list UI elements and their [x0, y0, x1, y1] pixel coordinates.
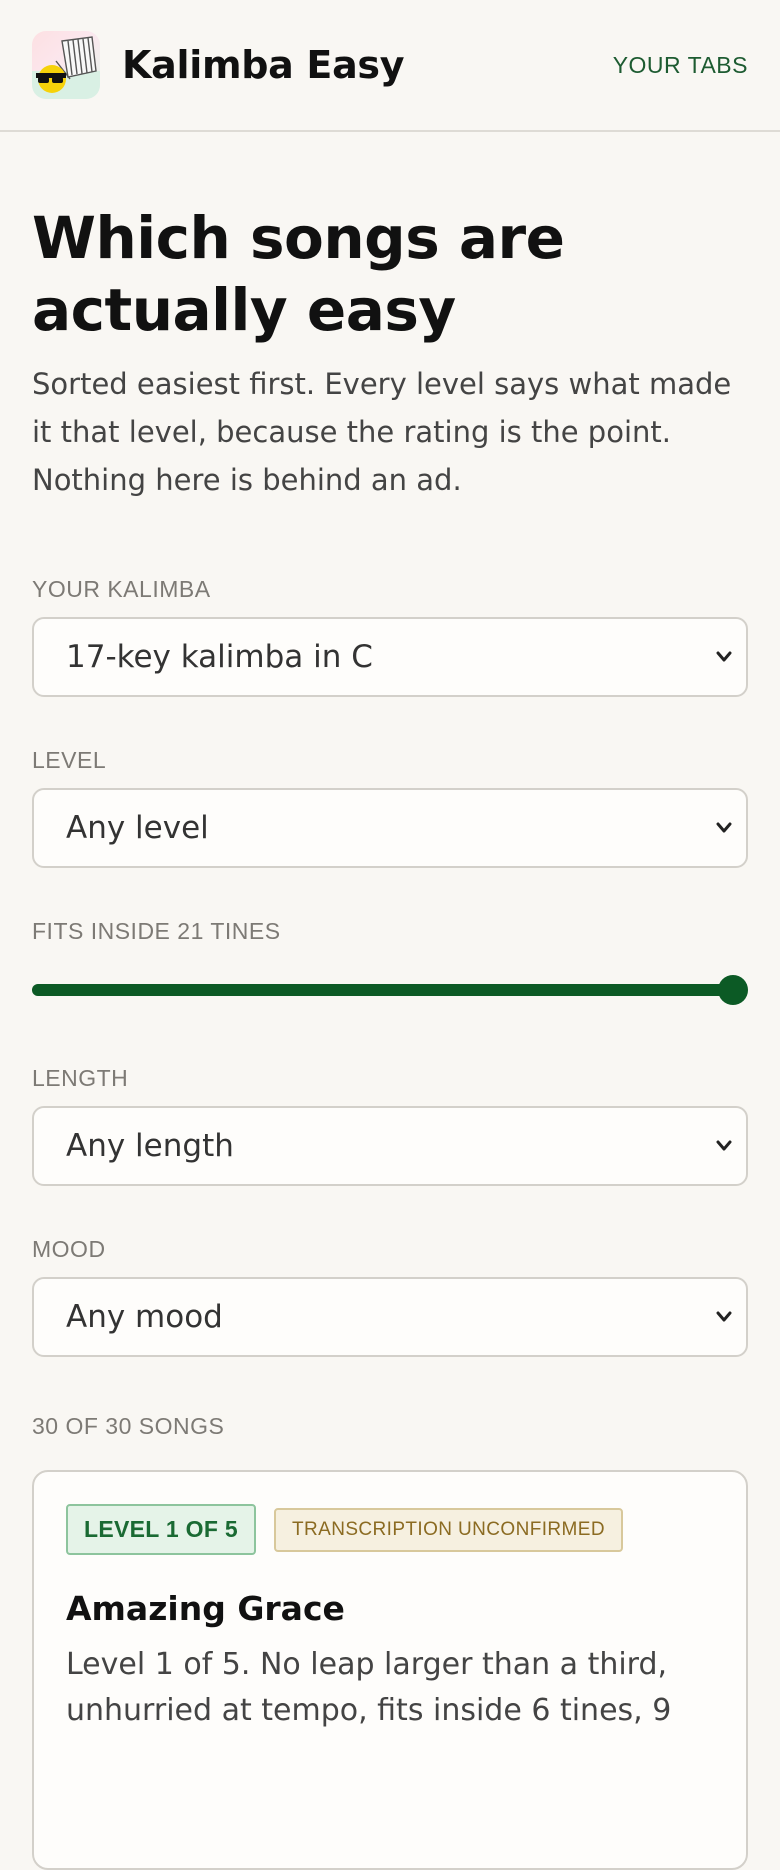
chevron-down-icon	[716, 1311, 732, 1322]
kalimba-filter-label: YOUR KALIMBA	[32, 576, 211, 602]
status-badge: TRANSCRIPTION UNCONFIRMED	[274, 1507, 623, 1552]
mood-filter-label: MOOD	[32, 1236, 106, 1262]
mood-filter: MOOD Any mood	[32, 1236, 748, 1357]
brand-name[interactable]: Kalimba Easy	[122, 43, 405, 87]
page-title: Which songs are actually easy	[32, 204, 565, 344]
length-select[interactable]: Any length	[32, 1106, 748, 1186]
your-tabs-link[interactable]: YOUR TABS	[613, 52, 748, 79]
song-card[interactable]: LEVEL 1 OF 5 TRANSCRIPTION UNCONFIRMED A…	[32, 1470, 748, 1870]
level-filter: LEVEL Any level	[32, 747, 748, 868]
level-filter-label: LEVEL	[32, 747, 107, 773]
length-filter-label: LENGTH	[32, 1065, 129, 1091]
kalimba-select-value: 17-key kalimba in C	[66, 639, 373, 675]
song-title[interactable]: Amazing Grace	[66, 1589, 714, 1628]
song-badges: LEVEL 1 OF 5 TRANSCRIPTION UNCONFIRMED	[66, 1504, 714, 1555]
slider-thumb[interactable]	[718, 975, 748, 1005]
app-header: Kalimba Easy YOUR TABS	[0, 0, 780, 132]
chevron-down-icon	[716, 822, 732, 833]
song-description: Level 1 of 5. No leap larger than a thir…	[66, 1647, 672, 1728]
kalimba-logo-icon[interactable]	[32, 31, 100, 99]
mood-select[interactable]: Any mood	[32, 1277, 748, 1357]
mood-select-value: Any mood	[66, 1299, 223, 1335]
kalimba-filter: YOUR KALIMBA 17-key kalimba in C	[32, 576, 748, 697]
slider-fill	[32, 984, 733, 996]
tines-filter-label: FITS INSIDE 21 TINES	[32, 918, 281, 944]
chevron-down-icon	[716, 1140, 732, 1151]
tines-slider[interactable]	[32, 973, 748, 1007]
length-select-value: Any length	[66, 1128, 234, 1164]
length-filter: LENGTH Any length	[32, 1065, 748, 1186]
page-intro: Sorted easiest first. Every level says w…	[32, 367, 732, 497]
level-select[interactable]: Any level	[32, 788, 748, 868]
results-count: 30 OF 30 SONGS	[32, 1413, 225, 1439]
main-content: Which songs are actually easy Sorted eas…	[0, 202, 780, 1870]
chevron-down-icon	[716, 651, 732, 662]
tines-filter: FITS INSIDE 21 TINES	[32, 918, 748, 1007]
level-badge: LEVEL 1 OF 5	[66, 1504, 256, 1555]
level-select-value: Any level	[66, 810, 209, 846]
kalimba-select[interactable]: 17-key kalimba in C	[32, 617, 748, 697]
